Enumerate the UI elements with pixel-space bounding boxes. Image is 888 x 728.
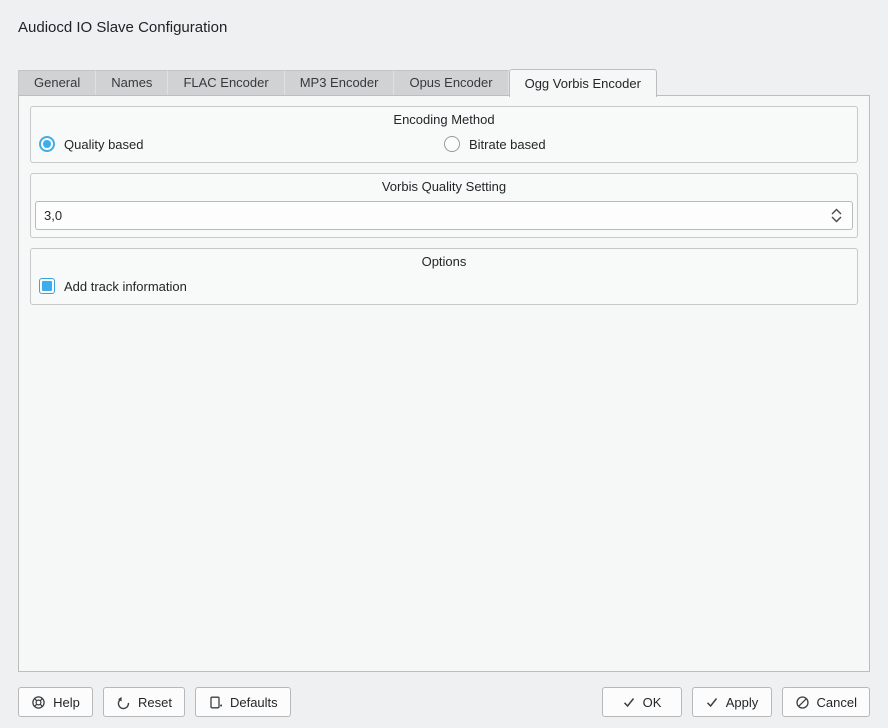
cancel-button[interactable]: Cancel: [782, 687, 870, 717]
tab-general[interactable]: General: [18, 70, 96, 95]
dialog-button-box: Help Reset Defaults: [18, 687, 870, 717]
radio-bitrate-based-icon[interactable]: [444, 136, 460, 152]
tab-names[interactable]: Names: [96, 70, 168, 95]
options-group: Options Add track information: [30, 248, 858, 305]
tab-flac-encoder[interactable]: FLAC Encoder: [168, 70, 284, 95]
lifebuoy-help-icon: [31, 695, 46, 710]
tab-mp3-encoder[interactable]: MP3 Encoder: [285, 70, 395, 95]
vorbis-quality-group-title: Vorbis Quality Setting: [31, 174, 857, 198]
apply-button[interactable]: Apply: [692, 687, 772, 717]
ok-button-label: OK: [643, 695, 662, 710]
vorbis-quality-group: Vorbis Quality Setting 3,0: [30, 173, 858, 238]
radio-quality-based-icon[interactable]: [39, 136, 55, 152]
ok-button[interactable]: OK: [602, 687, 682, 717]
spinbox-stepper[interactable]: [824, 208, 852, 223]
vorbis-quality-spinbox[interactable]: 3,0: [35, 201, 853, 230]
radio-option-quality-based[interactable]: Quality based: [39, 136, 444, 152]
checkbox-option-add-track-info[interactable]: Add track information: [39, 278, 849, 294]
audiocd-config-dialog: { "window": { "title": "Audiocd IO Slave…: [0, 0, 888, 728]
tab-content-pane: Encoding Method Quality based Bitrate ba…: [18, 95, 870, 672]
reset-button[interactable]: Reset: [103, 687, 185, 717]
radio-option-bitrate-based[interactable]: Bitrate based: [444, 136, 849, 152]
chevron-up-icon[interactable]: [831, 208, 842, 215]
tab-opus-encoder[interactable]: Opus Encoder: [394, 70, 508, 95]
encoding-method-options: Quality based Bitrate based: [31, 131, 857, 162]
help-button[interactable]: Help: [18, 687, 93, 717]
checkbox-add-track-info-label: Add track information: [64, 279, 187, 294]
defaults-button[interactable]: Defaults: [195, 687, 291, 717]
apply-button-label: Apply: [726, 695, 759, 710]
no-entry-icon: [795, 695, 810, 710]
options-group-title: Options: [31, 249, 857, 273]
undo-arrow-icon: [116, 695, 131, 710]
chevron-down-icon[interactable]: [831, 216, 842, 223]
checkbox-add-track-info-icon[interactable]: [39, 278, 55, 294]
encoding-method-group-title: Encoding Method: [31, 107, 857, 131]
tab-bar: General Names FLAC Encoder MP3 Encoder O…: [18, 68, 657, 96]
dialog-title: Audiocd IO Slave Configuration: [18, 19, 227, 36]
right-button-group: OK Apply Cancel: [602, 687, 870, 717]
tab-ogg-vorbis-encoder[interactable]: Ogg Vorbis Encoder: [509, 69, 657, 97]
reset-button-label: Reset: [138, 695, 172, 710]
cancel-button-label: Cancel: [817, 695, 857, 710]
vorbis-quality-value[interactable]: 3,0: [36, 208, 824, 223]
radio-bitrate-based-label: Bitrate based: [469, 137, 546, 152]
left-button-group: Help Reset Defaults: [18, 687, 291, 717]
defaults-button-label: Defaults: [230, 695, 278, 710]
document-revert-icon: [208, 695, 223, 710]
options-row: Add track information: [31, 273, 857, 304]
help-button-label: Help: [53, 695, 80, 710]
radio-quality-based-label: Quality based: [64, 137, 144, 152]
check-icon: [622, 695, 636, 709]
check-icon: [705, 695, 719, 709]
encoding-method-group: Encoding Method Quality based Bitrate ba…: [30, 106, 858, 163]
